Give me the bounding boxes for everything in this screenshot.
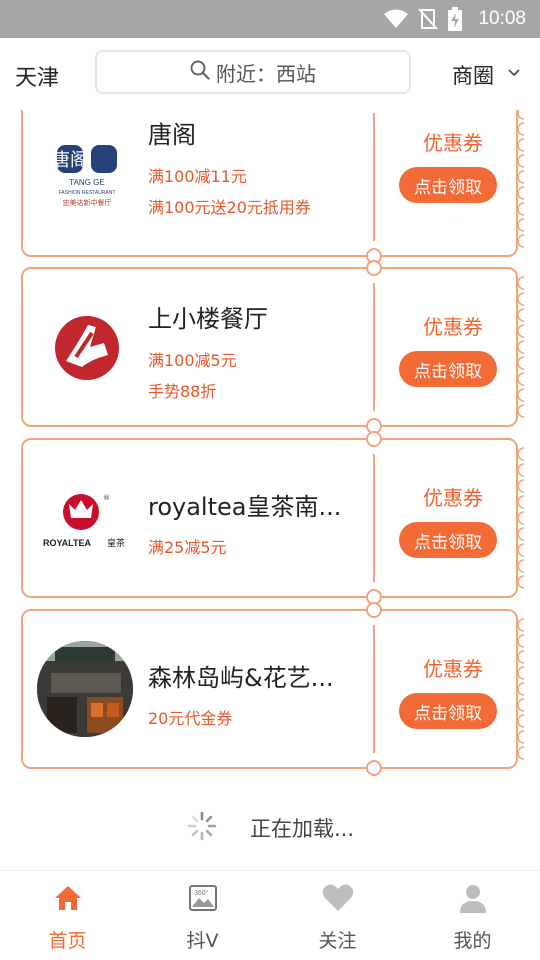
search-icon [190,60,210,85]
status-time: 10:08 [478,8,526,29]
tab-label: 抖V [186,930,219,952]
store-logo-tangge: 唐阁 TANG GE FASHION RESTAURANT 忠美达新中餐厅 [39,125,135,221]
battery-charging-icon [448,7,463,31]
coupon-notch [366,760,382,776]
store-logo-shangxiaolou [39,300,135,396]
tab-follow[interactable]: 关注 [270,871,405,960]
coupon-tag: 优惠券 [423,486,483,510]
coupon-card[interactable]: 上小楼餐厅 满100减5元 手势88折 优惠券 点击领取 [21,260,524,434]
store-name: 唐阁 [148,121,196,149]
svg-text:FASHION RESTAURANT: FASHION RESTAURANT [59,190,116,196]
svg-text:TANG GE: TANG GE [69,178,104,187]
tab-label: 我的 [453,930,492,952]
coupon-scallop-edge [510,275,524,419]
coupon-tag: 优惠券 [423,315,483,339]
person-icon [458,883,488,918]
offer-text: 满100元送20元抵用券 [148,198,311,217]
svg-text:ROYALTEA: ROYALTEA [43,538,92,548]
coupon-scallop-edge [510,617,524,761]
coupon-divider [373,283,375,411]
offer-text: 20元代金券 [148,709,233,728]
panorama-360-icon: 360° [188,883,218,918]
store-name: 森林岛屿&花艺... [148,664,334,692]
svg-text:忠美达新中餐厅: 忠美达新中餐厅 [63,198,112,207]
claim-button[interactable]: 点击领取 [399,167,497,203]
coupon-notch [366,602,382,618]
status-bar: 10:08 [0,0,540,38]
city-selector[interactable]: 天津 [15,60,59,92]
coupon-tag: 优惠券 [423,131,483,155]
coupon-card[interactable]: 森林岛屿&花艺... 20元代金券 优惠券 点击领取 [21,602,524,776]
claim-button[interactable]: 点击领取 [399,351,497,387]
search-box[interactable]: 附近：西站 [95,50,411,94]
store-photo-senlin [37,641,133,737]
claim-button[interactable]: 点击领取 [399,693,497,729]
tab-mine[interactable]: 我的 [405,871,540,960]
offer-text: 满100减11元 [148,167,247,186]
coupon-divider [373,625,375,753]
heart-icon [322,883,354,918]
coupon-scallop-edge [510,110,524,249]
svg-text:360°: 360° [194,889,209,897]
coupon-notch [366,431,382,447]
coupon-scallop-edge [510,446,524,590]
coupon-divider [373,113,375,241]
tab-douv[interactable]: 360° 抖V [135,871,270,960]
store-name: 上小楼餐厅 [148,305,268,333]
coupon-card[interactable]: ® ROYALTEA 皇茶 royaltea皇茶南... 满25减5元 优惠券 … [21,431,524,605]
coupon-notch [366,260,382,276]
no-signal-icon [418,8,439,30]
claim-button[interactable]: 点击领取 [399,522,497,558]
loading-text: 正在加载... [249,817,355,841]
top-bar: 天津 附近：西站 商圈 [0,38,540,110]
logo-char: 唐阁 [52,150,88,171]
tab-label: 首页 [48,930,87,952]
offer-text: 满100减5元 [148,351,237,370]
store-logo-royaltea: ® ROYALTEA 皇茶 [39,470,135,566]
coupon-list[interactable]: 唐阁 TANG GE FASHION RESTAURANT 忠美达新中餐厅 唐阁… [0,110,540,870]
offer-text: 满25减5元 [148,538,227,557]
offer-text: 手势88折 [148,382,217,401]
chevron-down-icon [508,66,520,80]
spinner-icon [186,810,218,847]
store-name: royaltea皇茶南... [148,493,342,521]
coupon-card[interactable]: 唐阁 TANG GE FASHION RESTAURANT 忠美达新中餐厅 唐阁… [21,110,524,264]
search-placeholder: 附近：西站 [216,61,316,86]
district-label: 商圈 [452,64,494,88]
svg-text:®: ® [103,494,110,502]
home-icon [53,883,83,918]
svg-text:皇茶: 皇茶 [107,537,125,549]
wifi-icon [384,9,409,29]
tab-home[interactable]: 首页 [0,871,135,960]
loading-indicator: 正在加载... [0,808,540,848]
coupon-tag: 优惠券 [423,657,483,681]
bottom-tab-bar: 首页 360° 抖V 关注 我的 [0,870,540,960]
coupon-divider [373,454,375,582]
tab-label: 关注 [318,930,357,952]
district-dropdown[interactable]: 商圈 [452,60,520,90]
